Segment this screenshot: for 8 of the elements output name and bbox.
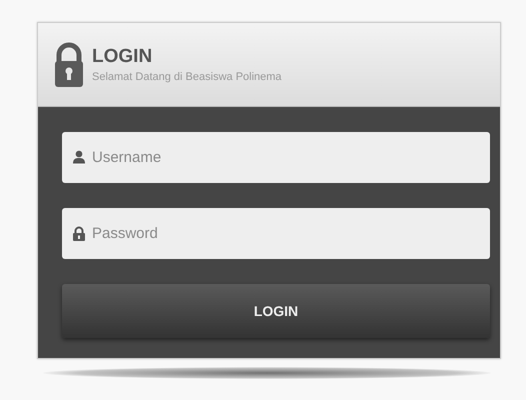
username-field[interactable]: Username xyxy=(62,132,490,183)
password-field[interactable]: Password xyxy=(62,208,490,259)
login-button[interactable]: LOGIN xyxy=(62,284,490,338)
welcome-subtitle: Selamat Datang di Beasiswa Polinema xyxy=(92,71,282,83)
user-icon xyxy=(72,150,86,164)
lock-icon xyxy=(55,42,83,87)
lock-icon xyxy=(72,226,86,241)
login-title: LOGIN xyxy=(92,46,154,68)
